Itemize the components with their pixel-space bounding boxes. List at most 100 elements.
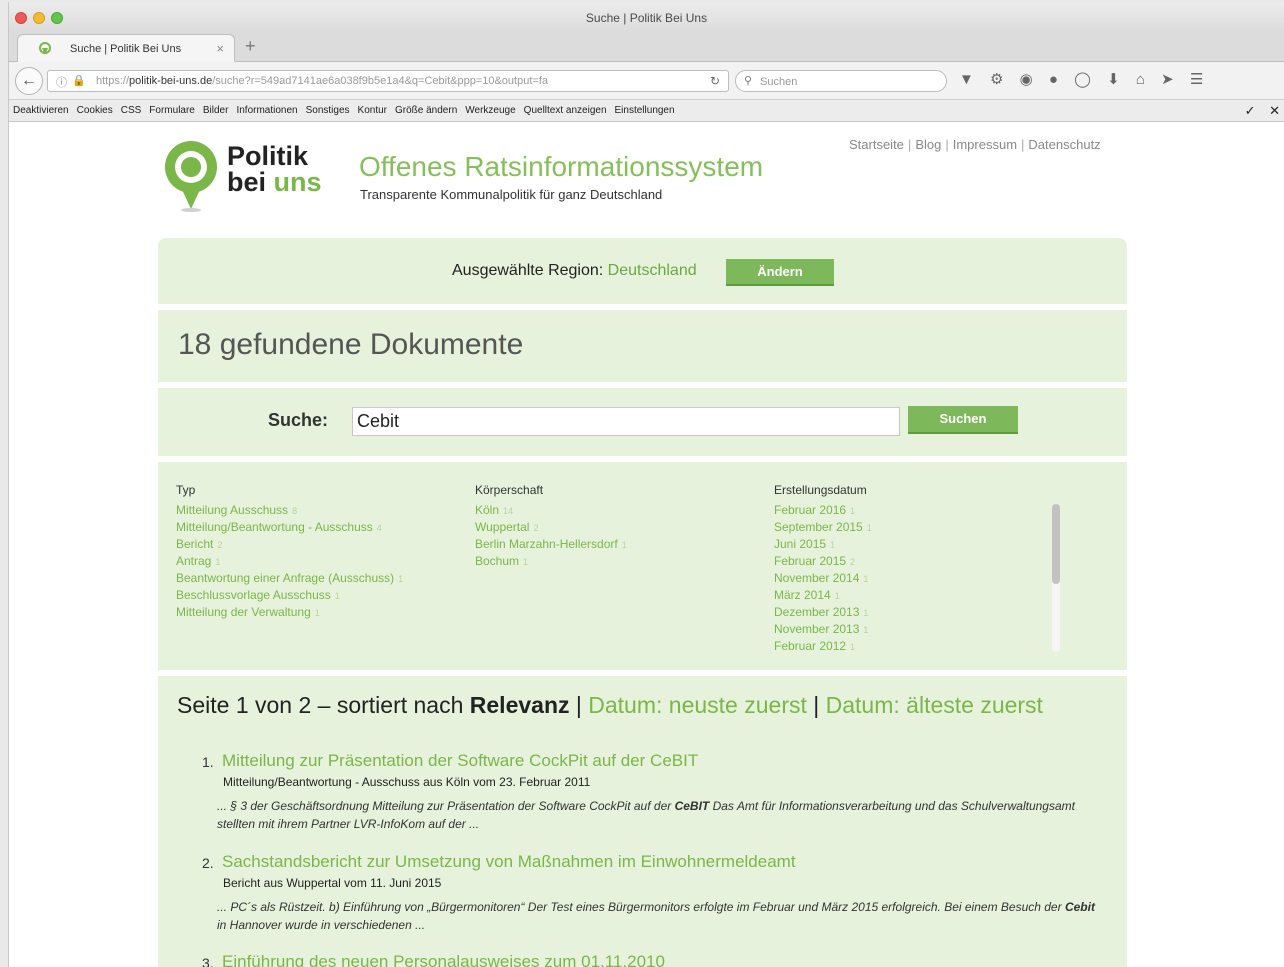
facet-item-count: 1 [834,591,840,601]
facet-item[interactable]: November 2013 1 [774,621,872,638]
url-bar[interactable]: ⓘ 🔒 https://politik-bei-uns.de/suche?r=5… [47,70,729,92]
region-panel: Ausgewählte Region: Deutschland Ändern [158,238,1127,304]
nav-separator: | [1021,137,1025,152]
facet-item-count: 2 [217,540,223,550]
scrollbar-thumb[interactable] [1052,504,1060,584]
devbar-menu-item[interactable]: CSS [121,105,142,116]
change-region-button[interactable]: Ändern [726,259,834,286]
share-icon[interactable]: ➤ [1161,70,1174,88]
facet-item[interactable]: März 2014 1 [774,587,872,604]
facet-item[interactable]: Bochum 1 [475,553,627,570]
browser-search-field[interactable]: ⚲ Suchen [735,70,947,92]
navigation-bar: ← ⓘ 🔒 https://politik-bei-uns.de/suche?r… [9,62,1284,100]
topnav-link[interactable]: Datenschutz [1028,137,1100,152]
topnav-link[interactable]: Startseite [849,137,904,152]
facet-item-label: Wuppertal [475,520,530,534]
facet-item-label: Februar 2015 [774,554,847,568]
tab-bar: Suche | Politik Bei Uns × + [9,32,1284,63]
home-icon[interactable]: ⌂ [1136,71,1145,88]
lock-icon[interactable]: 🔒 [72,74,86,87]
new-tab-button[interactable]: + [245,36,256,57]
web-developer-toolbar: Deaktivieren Cookies CSS Formulare Bilder Inf… [9,100,1284,122]
topnav-link[interactable]: Impressum [953,137,1017,152]
sort-line: Seite 1 von 2 – sortiert nach Relevanz |… [177,692,1043,718]
facet-item-label: Mitteilung der Verwaltung [176,605,311,619]
result-title-link[interactable]: Einführung des neuen Personalausweises z… [222,952,665,967]
result-number: 3. [202,955,214,967]
facet-item[interactable]: Berlin Marzahn-Hellersdorf 1 [475,536,627,553]
result-title-link[interactable]: Sachstandsbericht zur Umsetzung von Maßn… [222,852,796,872]
search-button[interactable]: Suchen [908,406,1018,434]
logo-text[interactable]: Politik bei uns [227,143,322,196]
facet-item[interactable]: September 2015 1 [774,519,872,536]
facet-item[interactable]: Dezember 2013 1 [774,604,872,621]
pocket-icon[interactable]: ▼ [959,71,974,88]
facet-item[interactable]: Beantwortung einer Anfrage (Ausschuss) 1 [176,570,403,587]
facet-item[interactable]: Februar 2012 1 [774,638,872,652]
url-text[interactable]: https://politik-bei-uns.de/suche?r=549ad… [96,75,696,87]
facet-item-count: 1 [398,574,404,584]
devbar-menu-item[interactable]: Kontur [358,105,387,116]
sort-newest-link[interactable]: Datum: neuste zuerst [588,692,807,718]
facet-item-label: Köln [475,503,500,517]
facet-item-count: 4 [376,523,382,533]
tab-close-icon[interactable]: × [216,41,224,56]
devbar-menu-item[interactable]: Cookies [77,105,113,116]
tab-label: Suche | Politik Bei Uns [70,43,182,55]
devbar-menu-item[interactable]: Größe ändern [395,105,457,116]
result-number: 2. [202,855,214,871]
globe-icon[interactable]: ● [1049,71,1058,88]
site-logo[interactable] [159,137,223,213]
facet-item[interactable]: Februar 2015 2 [774,553,872,570]
facet-item[interactable]: Antrag 1 [176,553,403,570]
facet-item[interactable]: Mitteilung/Beantwortung - Ausschuss 4 [176,519,403,536]
facet-item[interactable]: Mitteilung Ausschuss 8 [176,502,403,519]
privacy-icon[interactable]: ◯ [1074,70,1091,88]
results-count-panel: 18 gefundene Dokumente [158,310,1127,382]
devbar-menu-item[interactable]: Quelltext anzeigen [524,105,607,116]
addon-icon[interactable]: ◉ [1020,70,1033,88]
devbar-menu-item[interactable]: Werkzeuge [465,105,515,116]
facet-item-label: Berlin Marzahn-Hellersdorf [475,537,618,551]
menu-icon[interactable]: ☰ [1190,70,1203,88]
facet-item[interactable]: Februar 2016 1 [774,502,872,519]
date-facet-scrollbar[interactable] [1052,504,1060,652]
nav-separator: | [907,137,912,152]
search-icon: ⚲ [744,75,753,87]
devbar-menu-item[interactable]: Deaktivieren [13,105,69,116]
back-button[interactable]: ← [15,67,43,95]
tab-active[interactable]: Suche | Politik Bei Uns × [17,34,235,63]
topnav-link[interactable]: Blog [915,137,941,152]
facet-item[interactable]: November 2014 1 [774,570,872,587]
sort-oldest-link[interactable]: Datum: älteste zuerst [826,692,1043,718]
facet-type-column: Typ Mitteilung Ausschuss 8 Mitteilung/Beant… [176,482,403,621]
devbar-menu-item[interactable]: Sonstiges [306,105,350,116]
check-icon[interactable]: ✓ [1245,103,1256,118]
close-icon[interactable]: ✕ [1269,103,1280,118]
devbar-menu-item[interactable]: Informationen [236,105,297,116]
facet-item-label: Mitteilung/Beantwortung - Ausschuss [176,520,373,534]
devbar-menu-item[interactable]: Bilder [203,105,229,116]
info-icon[interactable]: ⓘ [56,74,67,90]
search-input[interactable]: Cebit [352,407,900,436]
facet-item[interactable]: Mitteilung der Verwaltung 1 [176,604,403,621]
devbar-menu-item[interactable]: Einstellungen [615,105,675,116]
facet-item[interactable]: Juni 2015 1 [774,536,872,553]
region-value[interactable]: Deutschland [608,262,697,279]
facet-item-label: Antrag [176,554,212,568]
favicon-icon [39,42,51,55]
extension-icon[interactable]: ⚙ [990,70,1003,88]
facet-item[interactable]: Beschlussvorlage Ausschuss 1 [176,587,403,604]
facet-item[interactable]: Bericht 2 [176,536,403,553]
facet-item[interactable]: Wuppertal 2 [475,519,627,536]
download-icon[interactable]: ⬇ [1107,70,1120,88]
facet-item-count: 1 [863,608,869,618]
reload-icon[interactable]: ↻ [710,74,720,88]
result-title-link[interactable]: Mitteilung zur Präsentation der Software… [222,751,698,771]
devbar-menu-item[interactable]: Formulare [149,105,195,116]
facet-item-count: 1 [523,557,529,567]
devbar-right: ✓ ✕ [1235,103,1280,119]
facet-item[interactable]: Köln 14 [475,502,627,519]
facet-item-count: 1 [621,540,627,550]
facet-heading: Körperschaft [475,483,544,497]
